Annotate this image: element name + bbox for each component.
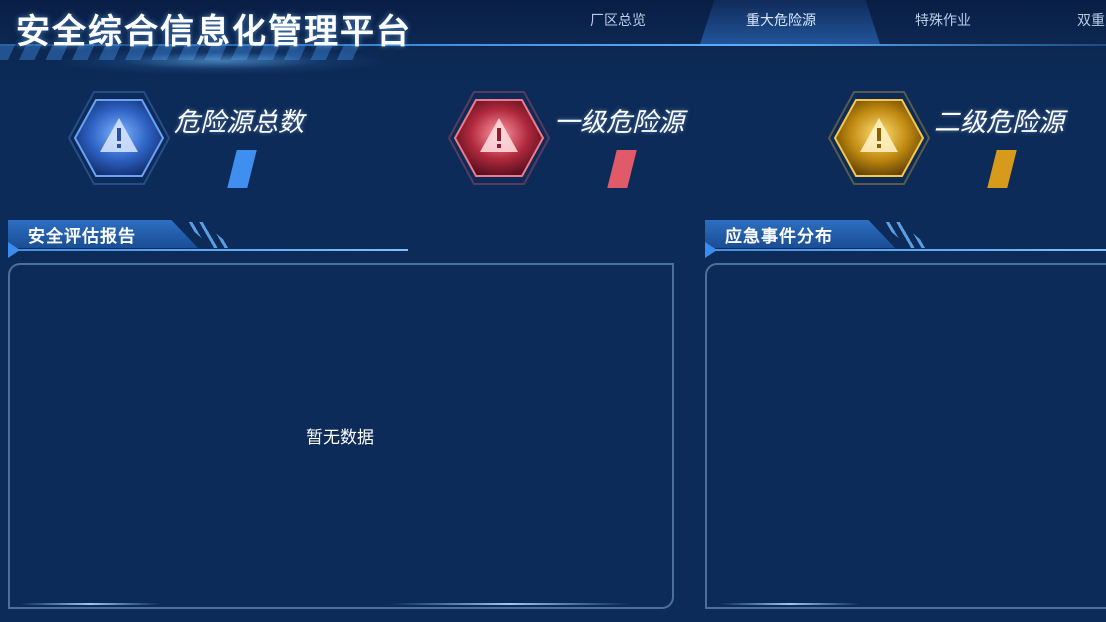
stat-value-box bbox=[607, 150, 637, 188]
nav-item-special-work[interactable]: 特殊作业 bbox=[915, 0, 971, 42]
incidents-panel-header: 应急事件分布 bbox=[705, 218, 1106, 258]
incidents-panel bbox=[705, 263, 1106, 609]
top-header: 安全综合信息化管理平台 厂区总览 重大危险源 特殊作业 双重 bbox=[0, 0, 1106, 84]
top-nav: 厂区总览 重大危险源 特殊作业 双重 bbox=[520, 0, 1106, 44]
panel-glow-decoration bbox=[20, 603, 160, 605]
panel-underline bbox=[705, 249, 1106, 251]
stat-total-hazards: 危险源总数 bbox=[64, 88, 364, 198]
panel-glow-decoration bbox=[390, 603, 630, 605]
assessment-panel: 暂无数据 bbox=[8, 263, 674, 609]
stat-label: 二级危险源 bbox=[934, 108, 1065, 138]
stat-label: 危险源总数 bbox=[174, 108, 305, 138]
stat-value-box bbox=[227, 150, 257, 188]
panel-glow-decoration bbox=[720, 603, 860, 605]
nav-item-major-hazard[interactable]: 重大危险源 bbox=[746, 0, 816, 42]
stat-value-box bbox=[987, 150, 1017, 188]
assessment-panel-header: 安全评估报告 bbox=[8, 218, 408, 258]
warning-icon bbox=[444, 88, 554, 188]
warning-icon bbox=[824, 88, 934, 188]
warning-icon bbox=[64, 88, 174, 188]
stat-level1-hazards: 一级危险源 bbox=[444, 88, 744, 198]
app-title: 安全综合信息化管理平台 bbox=[16, 12, 412, 52]
nav-item-overview[interactable]: 厂区总览 bbox=[590, 0, 646, 42]
panel-title: 安全评估报告 bbox=[28, 227, 136, 247]
empty-state-text: 暂无数据 bbox=[306, 428, 374, 448]
panel-title: 应急事件分布 bbox=[725, 227, 833, 247]
panel-underline bbox=[8, 249, 408, 251]
stat-label: 一级危险源 bbox=[554, 108, 685, 138]
stat-level2-hazards: 二级危险源 bbox=[824, 88, 1106, 198]
nav-item-dual[interactable]: 双重 bbox=[1077, 0, 1105, 42]
